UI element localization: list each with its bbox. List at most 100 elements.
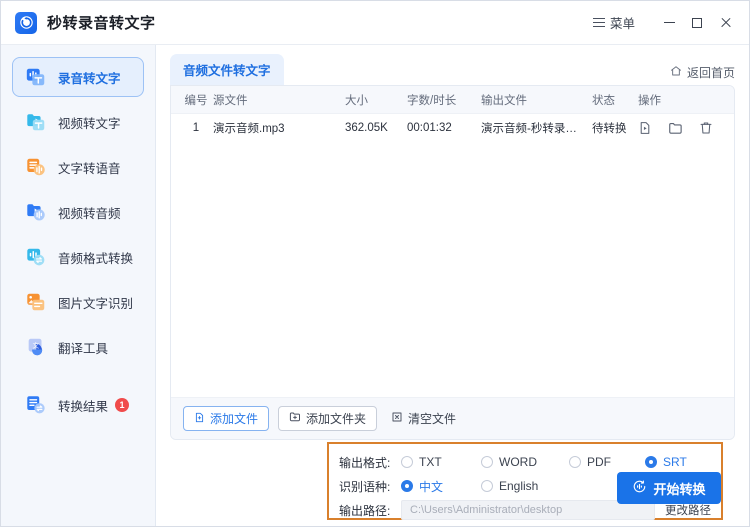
audio-format-convert-icon — [24, 245, 48, 269]
image-ocr-icon — [24, 290, 48, 314]
column-header-output: 输出文件 — [481, 94, 527, 107]
tab-audio-file-to-text[interactable]: 音频文件转文字 — [170, 54, 284, 85]
delete-icon[interactable] — [699, 121, 713, 135]
sidebar-item-label: 视频转音频 — [58, 206, 121, 221]
file-list-panel: 编号 源文件 大小 字数/时长 输出文件 状态 操作 1 演示音频.mp3 36… — [170, 85, 735, 440]
sidebar-item-audio-to-text[interactable]: 录音转文字 — [12, 57, 144, 97]
file-list-empty-area — [171, 142, 734, 397]
language-radio-chinese[interactable]: 中文 — [401, 478, 473, 495]
add-folder-button[interactable]: 添加文件夹 — [278, 406, 378, 431]
recognition-language-label: 识别语种: — [339, 479, 391, 494]
sidebar-item-label: 音频格式转换 — [58, 251, 134, 266]
column-header-source: 源文件 — [213, 94, 248, 107]
output-path-label: 输出路径: — [339, 503, 391, 518]
radio-dot-icon — [401, 480, 413, 492]
add-file-button[interactable]: 添加文件 — [183, 406, 270, 431]
application-window: 秒转录音转文字 菜单 录音转文字 视频转文字 文字转语音 视频转音频 音频格式转… — [0, 0, 750, 527]
table-header: 编号 源文件 大小 字数/时长 输出文件 状态 操作 — [171, 86, 734, 114]
start-convert-button[interactable]: 开始转换 — [617, 472, 721, 504]
sidebar-item-label: 文字转语音 — [58, 161, 121, 176]
maximize-button[interactable] — [683, 10, 711, 36]
clear-files-button[interactable]: 清空文件 — [386, 406, 467, 431]
format-radio-srt-label: SRT — [663, 455, 687, 469]
column-header-size: 大小 — [345, 94, 368, 107]
add-file-icon — [194, 412, 205, 426]
video-to-audio-icon — [24, 200, 48, 224]
format-radio-pdf[interactable]: PDF — [569, 455, 637, 469]
output-path-input[interactable]: C:\Users\Administrator\desktop — [401, 500, 655, 520]
menu-button[interactable]: 菜单 — [587, 9, 641, 36]
video-to-text-icon — [24, 110, 48, 134]
sidebar-item-text-to-speech[interactable]: 文字转语音 — [12, 147, 144, 187]
start-convert-label: 开始转换 — [653, 481, 706, 497]
language-radio-english[interactable]: English — [481, 479, 538, 493]
clear-files-icon — [391, 411, 403, 426]
sidebar-item-label: 录音转文字 — [58, 71, 121, 86]
back-to-home-label: 返回首页 — [686, 66, 735, 80]
change-path-button[interactable]: 更改路径 — [665, 502, 711, 518]
convert-icon — [632, 479, 647, 497]
home-icon — [670, 65, 682, 80]
radio-dot-icon — [401, 456, 413, 468]
app-title: 秒转录音转文字 — [47, 15, 156, 32]
maximize-icon — [692, 17, 702, 28]
app-logo-icon — [15, 11, 37, 34]
cell-output: 演示音频-秒转录音转文字... — [481, 123, 592, 135]
column-header-no: 编号 — [184, 94, 208, 107]
sidebar-item-label: 视频转文字 — [58, 116, 121, 131]
sidebar-item-image-ocr[interactable]: 图片文字识别 — [12, 282, 144, 322]
sidebar: 录音转文字 视频转文字 文字转语音 视频转音频 音频格式转换 图片文字识别 文 … — [1, 45, 156, 526]
format-radio-txt[interactable]: TXT — [401, 455, 473, 469]
window-body: 录音转文字 视频转文字 文字转语音 视频转音频 音频格式转换 图片文字识别 文 … — [1, 45, 749, 526]
clear-files-label: 清空文件 — [408, 412, 457, 426]
cell-size: 362.05K — [345, 122, 388, 134]
language-radio-chinese-label: 中文 — [419, 479, 444, 494]
format-radio-pdf-label: PDF — [587, 455, 611, 469]
radio-dot-icon — [481, 480, 493, 492]
format-radio-word[interactable]: WORD — [481, 455, 561, 469]
cell-status: 待转换 — [592, 123, 627, 135]
cell-no: 1 — [192, 122, 200, 134]
radio-dot-icon — [481, 456, 493, 468]
cell-duration: 00:01:32 — [407, 122, 452, 134]
tab-row: 音频文件转文字 返回首页 — [170, 54, 735, 85]
minimize-button[interactable] — [655, 10, 683, 36]
text-to-speech-icon — [24, 155, 48, 179]
output-format-row: 输出格式: TXT WORD PDF SRT — [339, 450, 711, 474]
hamburger-icon — [592, 17, 605, 28]
column-header-duration: 字数/时长 — [407, 94, 457, 107]
sidebar-item-results[interactable]: 转换结果 1 — [12, 385, 144, 425]
sidebar-item-translate[interactable]: 文 翻译工具 — [12, 327, 144, 367]
cell-actions — [638, 121, 734, 136]
minimize-icon — [663, 21, 675, 24]
main-content: 音频文件转文字 返回首页 编号 源文件 大小 字数/时长 输出文件 状态 操作 … — [156, 45, 749, 526]
footer-options-area: 输出格式: TXT WORD PDF SRT 识别语种: 中文 English … — [170, 440, 735, 526]
title-bar: 秒转录音转文字 菜单 — [1, 1, 749, 45]
format-radio-word-label: WORD — [499, 455, 537, 469]
back-to-home-link[interactable]: 返回首页 — [670, 64, 735, 85]
file-action-bar: 添加文件 添加文件夹 清空文件 — [171, 397, 734, 439]
sidebar-item-video-to-audio[interactable]: 视频转音频 — [12, 192, 144, 232]
column-header-actions: 操作 — [638, 94, 661, 107]
sidebar-item-label: 图片文字识别 — [58, 296, 134, 311]
open-folder-icon[interactable] — [668, 121, 683, 136]
table-row[interactable]: 1 演示音频.mp3 362.05K 00:01:32 演示音频-秒转录音转文字… — [171, 114, 734, 142]
play-file-icon[interactable] — [638, 121, 652, 135]
close-button[interactable] — [711, 10, 739, 36]
output-format-label: 输出格式: — [339, 455, 391, 470]
add-folder-icon — [289, 411, 301, 426]
results-icon — [24, 393, 48, 417]
language-radio-english-label: English — [499, 479, 539, 493]
cell-source: 演示音频.mp3 — [213, 123, 285, 135]
sidebar-item-video-to-text[interactable]: 视频转文字 — [12, 102, 144, 142]
menu-button-label: 菜单 — [609, 17, 635, 31]
sidebar-item-audio-format-convert[interactable]: 音频格式转换 — [12, 237, 144, 277]
sidebar-item-label: 转换结果 — [58, 399, 109, 414]
format-radio-srt[interactable]: SRT — [645, 455, 687, 469]
svg-text:文: 文 — [33, 341, 40, 350]
close-icon — [720, 17, 731, 28]
column-header-status: 状态 — [592, 94, 615, 107]
radio-dot-icon — [569, 456, 581, 468]
translate-icon: 文 — [24, 335, 48, 359]
audio-to-text-icon — [24, 65, 48, 89]
